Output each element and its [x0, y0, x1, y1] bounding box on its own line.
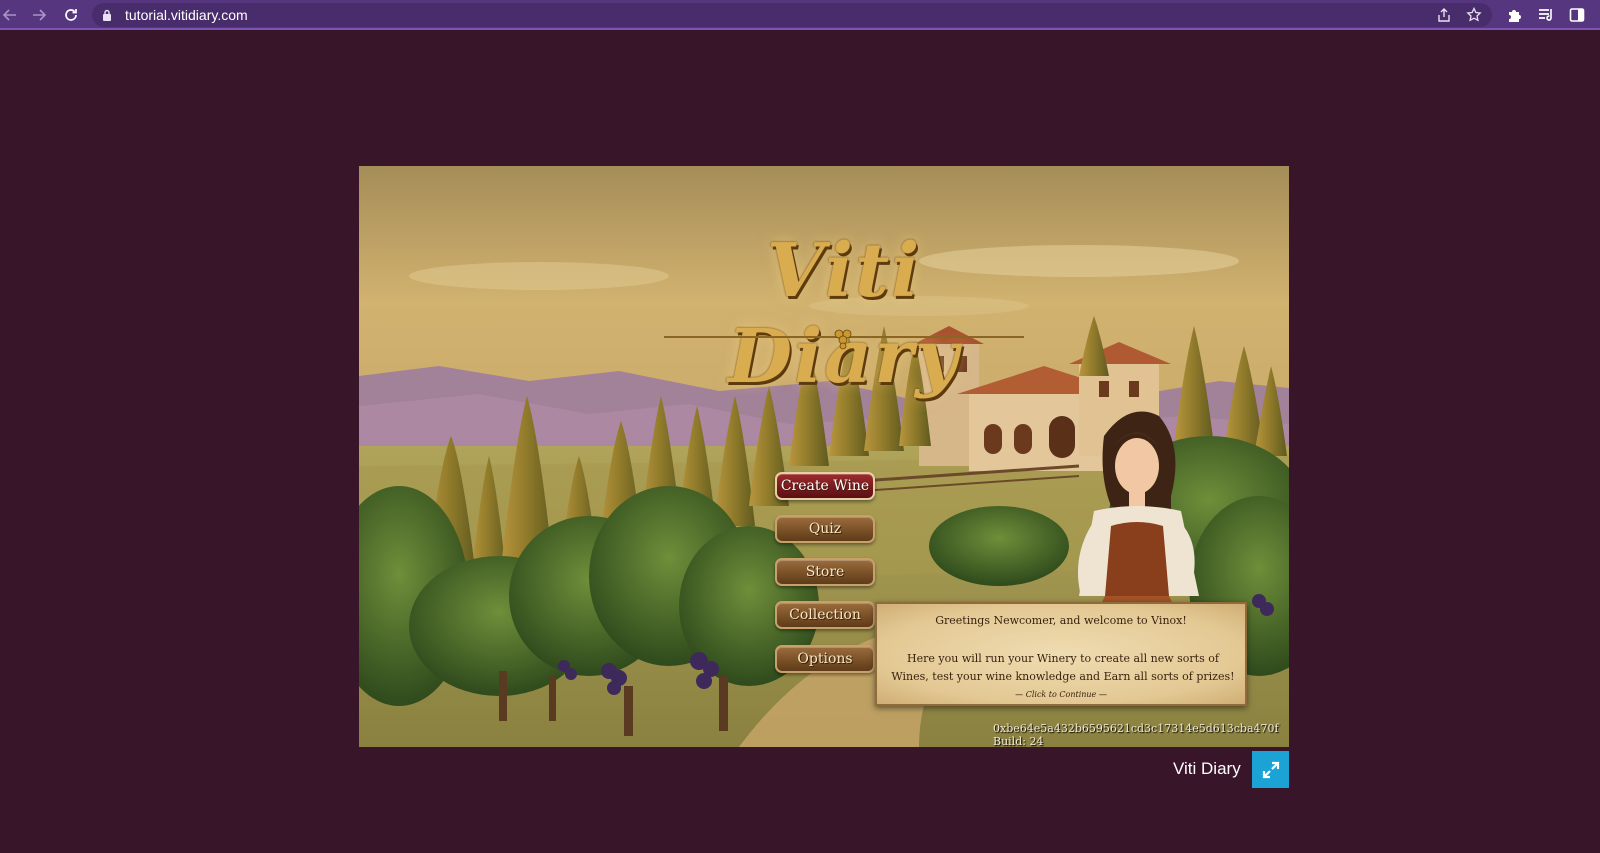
forward-icon[interactable]: [29, 5, 49, 25]
lock-icon: [103, 9, 111, 21]
click-to-continue-hint[interactable]: — Click to Continue —: [877, 690, 1245, 699]
build-info: 0xbe64e5a432b6595621cd3c17314e5d613cba47…: [993, 722, 1279, 747]
url-text[interactable]: tutorial.vitidiary.com: [125, 7, 248, 23]
back-icon[interactable]: [0, 5, 20, 25]
welcome-dialog[interactable]: Greetings Newcomer, and welcome to Vinox…: [875, 602, 1247, 706]
collection-button[interactable]: Collection: [775, 601, 875, 629]
browser-toolbar: tutorial.vitidiary.com: [0, 0, 1600, 30]
dialog-title: Greetings Newcomer, and welcome to Vinox…: [935, 614, 1187, 627]
reload-icon[interactable]: [61, 5, 81, 25]
store-button[interactable]: Store: [775, 558, 875, 586]
game-title: Viti Diary: [1173, 759, 1241, 778]
options-button[interactable]: Options: [775, 645, 875, 673]
dialog-body: Here you will run your Winery to create …: [891, 652, 1235, 683]
media-queue-icon[interactable]: [1537, 6, 1555, 24]
grape-icon: [834, 329, 852, 350]
game-canvas[interactable]: Viti Diary Create Wine Quiz Store Collec…: [359, 166, 1289, 747]
side-panel-icon[interactable]: [1568, 6, 1586, 24]
game-logo: Viti Diary: [727, 228, 961, 400]
puzzle-icon[interactable]: [1506, 6, 1524, 24]
star-icon[interactable]: [1466, 7, 1482, 23]
fullscreen-button[interactable]: [1252, 751, 1289, 788]
create-wine-button[interactable]: Create Wine: [775, 472, 875, 500]
address-bar[interactable]: tutorial.vitidiary.com: [92, 3, 1492, 27]
quiz-button[interactable]: Quiz: [775, 515, 875, 543]
share-icon[interactable]: [1436, 7, 1452, 23]
fullscreen-icon: [1262, 761, 1279, 778]
